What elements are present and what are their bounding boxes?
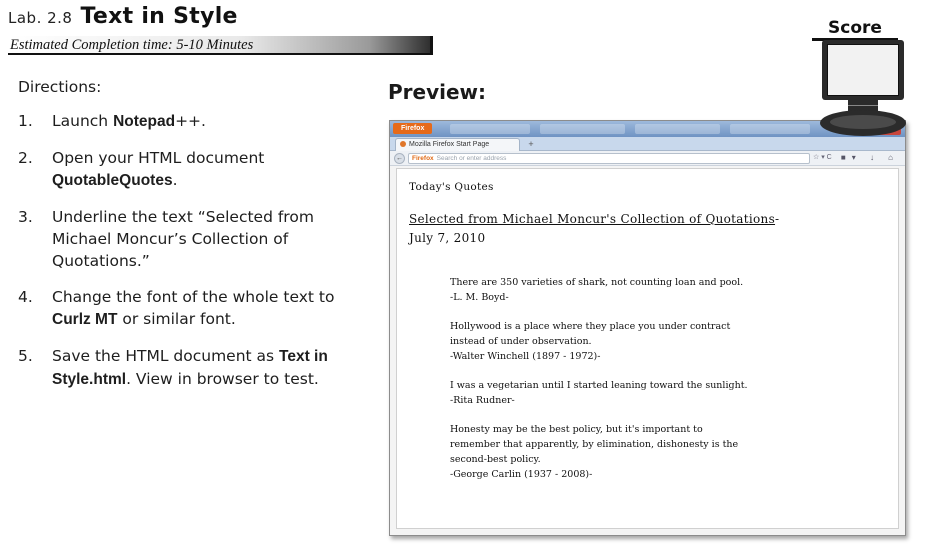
monitor-neck-line [848,105,878,106]
quote-block: There are 350 varieties of shark, not co… [450,275,850,305]
quote-date: July 7, 2010 [409,231,486,245]
step-text-post: . [172,171,178,189]
firefox-menu-button[interactable]: Firefox [393,123,433,134]
tab-start-page[interactable]: Mozilla Firefox Start Page [395,138,520,151]
step-4: 4. Change the font of the whole text to … [18,286,348,331]
step-number: 2. [18,149,33,167]
quote-line: second-best policy. [450,454,541,465]
estimated-time-bar: Estimated Completion time: 5-10 Minutes [8,36,433,55]
url-controls[interactable]: ☆ ▾ C [813,152,832,164]
todays-quotes-heading: Today's Quotes [409,181,494,193]
step-5: 5. Save the HTML document as Text in Sty… [18,345,348,391]
step-number: 4. [18,288,33,306]
new-tab-button[interactable]: + [524,139,538,150]
directions-title: Directions: [18,78,102,96]
quote-author: -George Carlin (1937 - 2008)- [450,469,593,480]
toolbar-icons[interactable]: ■▾ ↓ ⌂ [841,152,899,164]
step-bold-term: QuotableQuotes [52,172,173,189]
underlined-attribution: Selected from Michael Moncur's Collectio… [409,212,776,226]
background-tab [635,124,720,134]
background-tab [450,124,530,134]
step-text-post: ++. [175,112,206,130]
quote-line: remember that apparently, by elimination… [450,439,739,450]
step-text-pre: Open your HTML document [52,149,265,167]
step-3: 3. Underline the text “Selected from Mic… [18,206,348,272]
step-number: 5. [18,347,33,365]
step-text-pre: Save the HTML document as [52,347,280,365]
browser-navbar: ← Firefox Search or enter address ☆ ▾ C ■… [390,151,905,166]
quote-block: Honesty may be the best policy, but it's… [450,422,850,482]
firefox-favicon-icon [400,141,406,147]
step-text: Underline the text “Selected from Michae… [52,208,314,270]
step-text: Open your HTML document QuotableQuotes. [52,147,348,192]
browser-tabbar: Mozilla Firefox Start Page + [390,137,905,151]
step-text: Change the font of the whole text to Cur… [52,286,348,331]
lab-number: Lab. 2.8 [8,9,73,27]
url-firefox-badge: Firefox [412,155,434,162]
quote-author: -Rita Rudner- [450,395,515,406]
step-2: 2. Open your HTML document QuotableQuote… [18,147,348,192]
monitor-base-inner [830,115,896,129]
quote-line: instead of under observation. [450,336,592,347]
url-bar[interactable]: Firefox Search or enter address [408,153,810,164]
score-label: Score [828,18,882,38]
steps-list: 1. Launch Notepad++. 2. Open your HTML d… [18,110,348,391]
step-text: Save the HTML document as Text in Style.… [52,345,348,391]
monitor-icon [818,38,908,138]
step-text: Launch Notepad++. [52,110,348,133]
quote-author: -L. M. Boyd- [450,292,509,303]
step-number: 1. [18,112,33,130]
page-content: Today's Quotes Selected from Michael Mon… [396,168,899,529]
quote-line: I was a vegetarian until I started leani… [450,380,748,391]
quote-line: Hollywood is a place where they place yo… [450,321,731,332]
background-tab [540,124,625,134]
step-text-post: or similar font. [117,310,236,328]
quote-author: -Walter Winchell (1897 - 1972)- [450,351,601,362]
url-placeholder: Search or enter address [436,155,507,162]
monitor-base [820,110,906,136]
directions-section: Directions: 1. Launch Notepad++. 2. Open… [18,78,348,405]
lab-title: Text in Style [80,4,238,29]
quote-block: I was a vegetarian until I started leani… [450,378,850,408]
title-line: Lab. 2.8 Text in Style [8,4,433,34]
step-text-pre: Launch [52,112,114,130]
step-1: 1. Launch Notepad++. [18,110,348,133]
step-text-post: . View in browser to test. [126,370,319,388]
monitor-screen [827,44,899,96]
step-number: 3. [18,208,33,226]
step-bold-term: Curlz MT [52,311,118,328]
quote-line: There are 350 varieties of shark, not co… [450,277,744,288]
quote-line: Honesty may be the best policy, but it's… [450,424,703,435]
background-tab [730,124,810,134]
attribution-dash: - [775,212,780,226]
browser-preview: Firefox ✕ Mozilla Firefox Start Page + ←… [389,120,906,536]
quote-block: Hollywood is a place where they place yo… [450,319,850,364]
estimated-time-text: Estimated Completion time: 5-10 Minutes [10,37,254,53]
back-arrow-icon[interactable]: ← [394,153,405,164]
selected-from-heading: Selected from Michael Moncur's Collectio… [409,210,886,248]
tab-title: Mozilla Firefox Start Page [409,141,490,148]
step-text-pre: Change the font of the whole text to [52,288,335,306]
monitor-frame [822,40,904,100]
preview-label: Preview: [388,80,487,104]
lab-header: Lab. 2.8 Text in Style Estimated Complet… [8,4,433,55]
step-bold-term: Notepad [113,113,176,130]
